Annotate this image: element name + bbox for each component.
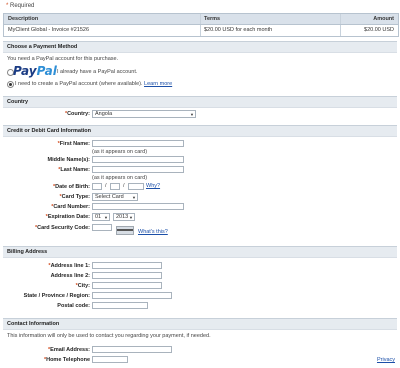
last-name-label: *Last Name:: [58, 167, 90, 173]
address2-field[interactable]: [92, 272, 162, 279]
address1-field[interactable]: [92, 262, 162, 269]
paypal-logo: PayPal: [13, 64, 57, 78]
col-amount: Amount: [373, 16, 394, 22]
dob-year-field[interactable]: [128, 183, 144, 190]
payment-intro: You need a PayPal account for this purch…: [7, 56, 119, 62]
section-contact-info: Contact Information: [3, 318, 397, 330]
security-code-field[interactable]: [92, 224, 112, 231]
exp-year-select[interactable]: 2013 ▼: [113, 213, 135, 221]
email-label: *Email Address:: [48, 347, 90, 353]
section-card-info: Credit or Debit Card Information: [3, 125, 397, 137]
phone-label: *Home Telephone: [43, 357, 90, 363]
address1-label: *Address line 1:: [48, 263, 90, 269]
first-name-hint: (as it appears on card): [92, 149, 148, 155]
card-code-icon: [116, 226, 134, 235]
first-name-field[interactable]: [92, 140, 184, 147]
address2-label: Address line 2:: [50, 273, 90, 279]
section-payment-method: Choose a Payment Method: [3, 41, 397, 53]
card-type-select[interactable]: Select Card ▼: [92, 193, 138, 201]
dob-day-field[interactable]: [110, 183, 120, 190]
exp-month-select[interactable]: 01 ▼: [92, 213, 110, 221]
security-code-label: *Card Security Code:: [34, 225, 90, 231]
why-link[interactable]: Why?: [146, 183, 160, 189]
invoice-table: Description Terms Amount MyClient Global…: [3, 13, 399, 37]
section-billing-address: Billing Address: [3, 246, 397, 258]
postal-label: Postal code:: [57, 303, 90, 309]
dob-label: *Date of Birth:: [53, 184, 90, 190]
middle-names-field[interactable]: [92, 156, 184, 163]
card-number-label: *Card Number:: [51, 204, 90, 210]
invoice-description: MyClient Global - Invoice #21526: [8, 27, 90, 33]
last-name-hint: (as it appears on card): [92, 175, 148, 181]
country-select[interactable]: Angola ▼: [92, 110, 196, 118]
required-note: * Required: [6, 3, 35, 9]
table-row: MyClient Global - Invoice #21526 $20.00 …: [4, 25, 398, 36]
invoice-amount: $20.00 USD: [364, 27, 394, 33]
expiration-label: *Expiration Date:: [45, 214, 90, 220]
invoice-header-row: Description Terms Amount: [4, 14, 398, 25]
city-field[interactable]: [92, 282, 162, 289]
email-field[interactable]: [92, 346, 172, 353]
phone-field[interactable]: [92, 356, 128, 363]
first-name-label: *First Name:: [57, 141, 90, 147]
whats-this-link[interactable]: What's this?: [138, 229, 168, 235]
privacy-link[interactable]: Privacy: [377, 357, 395, 363]
radio-create-account[interactable]: [7, 81, 14, 88]
card-type-label: *Card Type:: [59, 194, 90, 200]
option-create-account-label: I need to create a PayPal account (where…: [15, 81, 173, 87]
contact-intro: This information will only be used to co…: [7, 333, 211, 339]
learn-more-link[interactable]: Learn more: [144, 81, 172, 87]
option-have-account-label: I already have a PayPal account.: [57, 69, 138, 75]
city-label: *City:: [75, 283, 90, 289]
dob-month-field[interactable]: [92, 183, 102, 190]
invoice-terms: $20.00 USD for each month: [204, 27, 273, 33]
col-description: Description: [8, 16, 39, 22]
last-name-field[interactable]: [92, 166, 184, 173]
state-label: State / Province / Region:: [23, 293, 90, 299]
card-number-field[interactable]: [92, 203, 184, 210]
state-field[interactable]: [92, 292, 172, 299]
middle-names-label: Middle Name(s):: [47, 157, 90, 163]
country-label: *Country:: [64, 111, 90, 117]
section-country: Country: [3, 96, 397, 108]
postal-field[interactable]: [92, 302, 148, 309]
col-terms: Terms: [204, 16, 221, 22]
